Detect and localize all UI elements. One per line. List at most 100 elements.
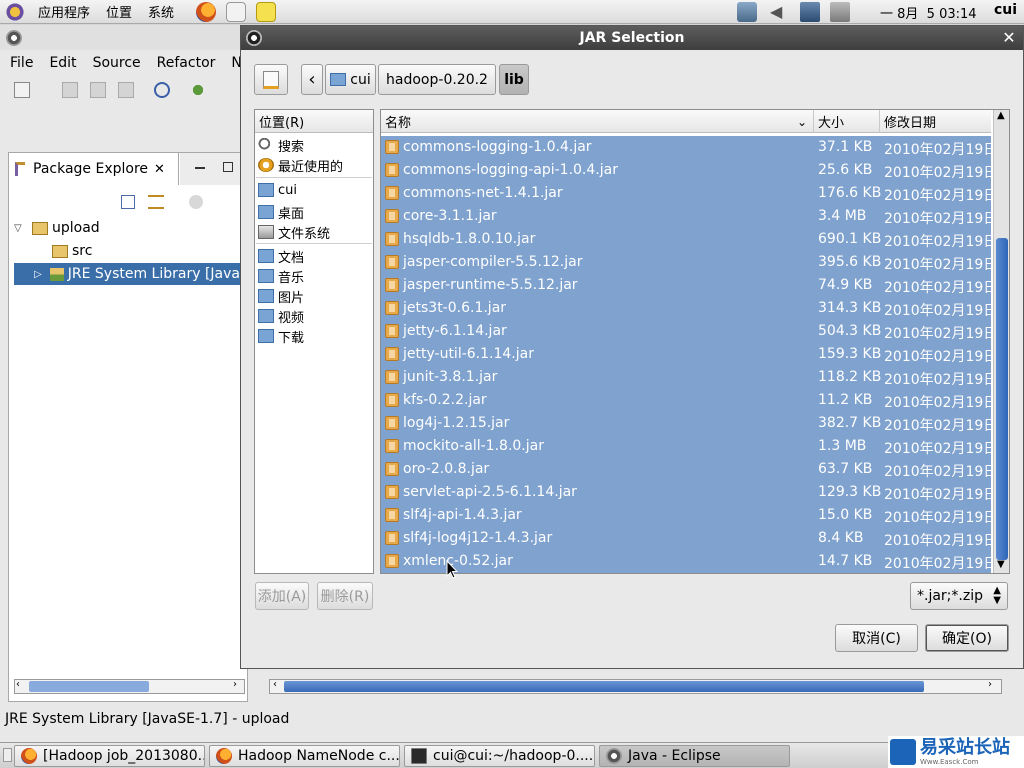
view-menu-icon[interactable]	[189, 195, 203, 209]
scroll-thumb[interactable]	[284, 681, 924, 692]
places-header[interactable]: 位置(R)	[255, 110, 373, 133]
menu-edit[interactable]: Edit	[41, 55, 84, 71]
taskbar-item-namenode[interactable]: Hadoop NameNode c...	[209, 745, 400, 767]
user-name[interactable]: cui	[994, 2, 1017, 18]
remove-place-button[interactable]: 删除(R)	[317, 582, 373, 610]
file-name: slf4j-log4j12-1.4.3.jar	[403, 530, 553, 546]
gnome-foot-icon[interactable]	[5, 1, 25, 22]
dialog-titlebar[interactable]: JAR Selection	[241, 26, 1023, 50]
file-row[interactable]: kfs-0.2.2.jar 11.2 KB 2010年02月19日	[381, 389, 991, 412]
clock[interactable]: 一 8月 5 03:14	[880, 3, 977, 22]
place-home[interactable]: cui	[256, 180, 372, 200]
tree-item-upload[interactable]: ▽ upload	[14, 217, 100, 239]
path-back-button[interactable]: ‹	[301, 64, 323, 95]
file-row[interactable]: commons-logging-1.0.4.jar 37.1 KB 2010年02月…	[381, 136, 991, 159]
add-place-button[interactable]: 添加(A)	[255, 582, 309, 610]
tree-item-src[interactable]: src	[52, 240, 92, 262]
save-icon[interactable]	[62, 82, 78, 98]
taskbar-item-hadoop-job[interactable]: [Hadoop job_2013080...	[14, 745, 205, 767]
skip-breakpoints-icon[interactable]	[154, 82, 170, 98]
file-row[interactable]: log4j-1.2.15.jar 382.7 KB 2010年02月19日	[381, 412, 991, 435]
place-videos[interactable]: 视频	[256, 306, 372, 326]
column-header-modified[interactable]: 修改日期	[879, 110, 991, 133]
place-filesystem[interactable]: 文件系统	[256, 222, 372, 242]
path-segment-cui[interactable]: cui	[325, 64, 376, 95]
menu-applications[interactable]: 应用程序	[30, 2, 98, 21]
tab-package-explorer[interactable]: Package Explore ✕	[9, 153, 179, 185]
taskbar-item-eclipse[interactable]: Java - Eclipse	[599, 745, 790, 767]
minimize-icon[interactable]	[195, 167, 205, 169]
horizontal-scrollbar[interactable]: ‹ ›	[14, 679, 245, 694]
notes-launcher-icon[interactable]	[256, 1, 277, 22]
path-segment-lib[interactable]: lib	[499, 64, 529, 95]
file-list[interactable]: commons-logging-1.0.4.jar 37.1 KB 2010年02月…	[381, 136, 991, 573]
separator	[256, 177, 372, 178]
file-row[interactable]: oro-2.0.8.jar 63.7 KB 2010年02月19日	[381, 458, 991, 481]
file-row[interactable]: jetty-util-6.1.14.jar 159.3 KB 2010年02月19日	[381, 343, 991, 366]
scroll-up-icon[interactable]: ▲	[997, 110, 1005, 121]
menu-places[interactable]: 位置	[98, 2, 140, 21]
tree-item-jre-library[interactable]: ▷ JRE System Library [Java	[14, 263, 240, 285]
file-row[interactable]: xmlenc-0.52.jar 14.7 KB 2010年02月19日	[381, 550, 991, 573]
show-desktop-icon[interactable]	[3, 748, 12, 762]
expand-arrow-icon[interactable]: ▷	[34, 269, 46, 280]
scroll-down-icon[interactable]: ▼	[997, 559, 1005, 570]
volume-icon[interactable]: ◀︎	[770, 2, 790, 22]
file-row[interactable]: jetty-6.1.14.jar 504.3 KB 2010年02月19日	[381, 320, 991, 343]
button-label: 取消(C)	[852, 631, 901, 647]
menu-system[interactable]: 系统	[140, 2, 182, 21]
file-row[interactable]: servlet-api-2.5-6.1.14.jar 129.3 KB 2010年0…	[381, 481, 991, 504]
file-filter-select[interactable]: *.jar;*.zip ▲ ▼	[910, 582, 1008, 610]
file-row[interactable]: slf4j-log4j12-1.4.3.jar 8.4 KB 2010年02月19日	[381, 527, 991, 550]
file-row[interactable]: mockito-all-1.8.0.jar 1.3 MB 2010年02月19日	[381, 435, 991, 458]
close-icon[interactable]: ✕	[1000, 29, 1018, 47]
eclipse-window-menu-icon[interactable]	[6, 30, 22, 46]
file-row[interactable]: junit-3.8.1.jar 118.2 KB 2010年02月19日	[381, 366, 991, 389]
folder-icon	[258, 309, 274, 323]
maximize-icon[interactable]	[223, 162, 233, 172]
menu-source[interactable]: Source	[85, 55, 149, 71]
place-documents[interactable]: 文档	[256, 246, 372, 266]
place-recent[interactable]: 最近使用的	[256, 155, 372, 175]
display-icon[interactable]	[800, 2, 820, 22]
collapse-arrow-icon[interactable]: ▽	[14, 223, 28, 234]
save-all-icon[interactable]	[90, 82, 106, 98]
file-size: 14.7 KB	[818, 553, 873, 569]
column-header-name[interactable]: 名称 ⌄	[381, 110, 813, 133]
link-editor-icon[interactable]	[148, 195, 164, 209]
file-row[interactable]: commons-logging-api-1.0.4.jar 25.6 KB 2010…	[381, 159, 991, 182]
taskbar-item-terminal[interactable]: cui@cui:~/hadoop-0....	[404, 745, 595, 767]
menu-file[interactable]: File	[2, 55, 41, 71]
window-menu-icon[interactable]	[246, 30, 262, 46]
network-icon[interactable]	[737, 2, 757, 22]
place-pictures[interactable]: 图片	[256, 286, 372, 306]
place-search[interactable]: 搜索	[256, 135, 372, 155]
menu-refactor[interactable]: Refactor	[149, 55, 224, 71]
file-row[interactable]: slf4j-api-1.4.3.jar 15.0 KB 2010年02月19日	[381, 504, 991, 527]
scroll-thumb[interactable]	[996, 238, 1008, 560]
file-row[interactable]: core-3.1.1.jar 3.4 MB 2010年02月19日	[381, 205, 991, 228]
path-segment-hadoop[interactable]: hadoop-0.20.2	[378, 64, 496, 95]
file-row[interactable]: jets3t-0.6.1.jar 314.3 KB 2010年02月19日	[381, 297, 991, 320]
file-row[interactable]: jasper-compiler-5.5.12.jar 395.6 KB 2010年0…	[381, 251, 991, 274]
column-header-size[interactable]: 大小	[813, 110, 879, 133]
file-row[interactable]: jasper-runtime-5.5.12.jar 74.9 KB 2010年02月…	[381, 274, 991, 297]
print-icon[interactable]	[118, 82, 134, 98]
file-row[interactable]: hsqldb-1.8.0.10.jar 690.1 KB 2010年02月19日	[381, 228, 991, 251]
place-downloads[interactable]: 下载	[256, 326, 372, 346]
scroll-thumb[interactable]	[29, 681, 149, 692]
new-icon[interactable]	[14, 82, 30, 98]
close-icon[interactable]: ✕	[154, 162, 165, 177]
file-row[interactable]: commons-net-1.4.1.jar 176.6 KB 2010年02月19日	[381, 182, 991, 205]
firefox-launcher-icon[interactable]	[196, 1, 217, 22]
editor-horizontal-scrollbar[interactable]: ‹ ›	[269, 679, 1002, 694]
sync-icon[interactable]	[830, 2, 850, 22]
place-music[interactable]: 音乐	[256, 266, 372, 286]
edit-location-button[interactable]	[254, 64, 288, 95]
ok-button[interactable]: 确定(O)	[925, 624, 1009, 652]
place-desktop[interactable]: 桌面	[256, 202, 372, 222]
debug-icon[interactable]	[190, 82, 206, 98]
collapse-all-icon[interactable]	[121, 195, 135, 209]
mail-launcher-icon[interactable]	[226, 1, 247, 22]
cancel-button[interactable]: 取消(C)	[835, 624, 918, 652]
